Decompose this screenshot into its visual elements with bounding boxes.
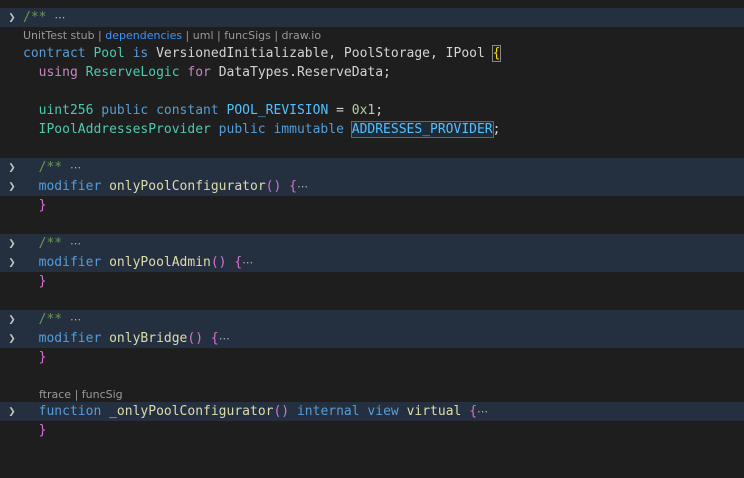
matching-bracket: { <box>491 45 502 62</box>
folded-ellipsis[interactable]: ⋯ <box>70 237 81 250</box>
code-line-close-brace[interactable]: } <box>0 196 744 215</box>
code-line-collapsed-comment[interactable]: ❯ /** ⋯ <box>0 310 744 329</box>
code-line-close-brace[interactable]: } <box>0 348 744 367</box>
code-lens-contract: UnitTest stub | dependencies | uml | fun… <box>23 29 322 42</box>
chevron-right-icon[interactable]: ❯ <box>6 8 18 27</box>
code-editor[interactable]: ❯ /** ⋯ UnitTest stub | dependencies | u… <box>0 0 744 442</box>
folded-ellipsis[interactable]: ⋯ <box>70 313 81 326</box>
function-name: _onlyPoolConfigurator <box>109 404 274 419</box>
code-line-close-brace[interactable]: } <box>0 272 744 291</box>
code-line-modifier[interactable]: ❯ modifier onlyPoolConfigurator() {⋯ <box>0 177 744 196</box>
modifier-name: onlyPoolConfigurator <box>109 179 266 194</box>
code-line-modifier[interactable]: ❯ modifier onlyBridge() {⋯ <box>0 329 744 348</box>
code-line-modifier[interactable]: ❯ modifier onlyPoolAdmin() {⋯ <box>0 253 744 272</box>
folded-ellipsis[interactable]: ⋯ <box>297 180 308 193</box>
code-line-function[interactable]: ❯ function _onlyPoolConfigurator() inter… <box>0 402 744 421</box>
chevron-right-icon[interactable]: ❯ <box>6 177 18 196</box>
code-line-using[interactable]: using ReserveLogic for DataTypes.Reserve… <box>0 63 744 82</box>
code-line-pool-revision[interactable]: uint256 public constant POOL_REVISION = … <box>0 101 744 120</box>
code-line-blank[interactable] <box>0 139 744 158</box>
code-line-contract[interactable]: contract Pool is VersionedInitializable,… <box>0 44 744 63</box>
code-line-collapsed-comment[interactable]: ❯ /** ⋯ <box>0 158 744 177</box>
chevron-right-icon[interactable]: ❯ <box>6 329 18 348</box>
lens-unittest-stub[interactable]: UnitTest stub <box>23 29 95 42</box>
code-line-collapsed-comment[interactable]: ❯ /** ⋯ <box>0 8 744 27</box>
modifier-name: onlyBridge <box>109 331 188 346</box>
doc-comment-start: /** <box>23 10 47 25</box>
modifier-name: onlyPoolAdmin <box>109 255 211 270</box>
folded-ellipsis[interactable]: ⋯ <box>219 332 230 345</box>
contract-name: Pool <box>93 46 125 61</box>
lens-uml[interactable]: uml <box>193 29 214 42</box>
folded-ellipsis[interactable]: ⋯ <box>70 161 81 174</box>
lens-funcsigs[interactable]: funcSigs <box>224 29 271 42</box>
chevron-right-icon[interactable]: ❯ <box>6 402 18 421</box>
chevron-right-icon[interactable]: ❯ <box>6 234 18 253</box>
chevron-right-icon[interactable]: ❯ <box>6 253 18 272</box>
lens-ftrace[interactable]: ftrace <box>39 388 71 401</box>
code-line-close-brace[interactable]: } <box>0 421 744 440</box>
code-line-blank[interactable] <box>0 82 744 101</box>
folded-ellipsis[interactable]: ⋯ <box>54 11 65 24</box>
folded-ellipsis[interactable]: ⋯ <box>477 405 488 418</box>
chevron-right-icon[interactable]: ❯ <box>6 310 18 329</box>
code-lens-function: ftrace | funcSig <box>39 388 123 401</box>
code-line-collapsed-comment[interactable]: ❯ /** ⋯ <box>0 234 744 253</box>
lens-funcsig[interactable]: funcSig <box>82 388 123 401</box>
folded-ellipsis[interactable]: ⋯ <box>242 256 253 269</box>
lens-dependencies[interactable]: dependencies <box>105 29 182 42</box>
lens-drawio[interactable]: draw.io <box>282 29 322 42</box>
highlighted-symbol[interactable]: ADDRESSES_PROVIDER <box>350 121 494 138</box>
chevron-right-icon[interactable]: ❯ <box>6 158 18 177</box>
code-line-addresses-provider[interactable]: IPoolAddressesProvider public immutable … <box>0 120 744 139</box>
